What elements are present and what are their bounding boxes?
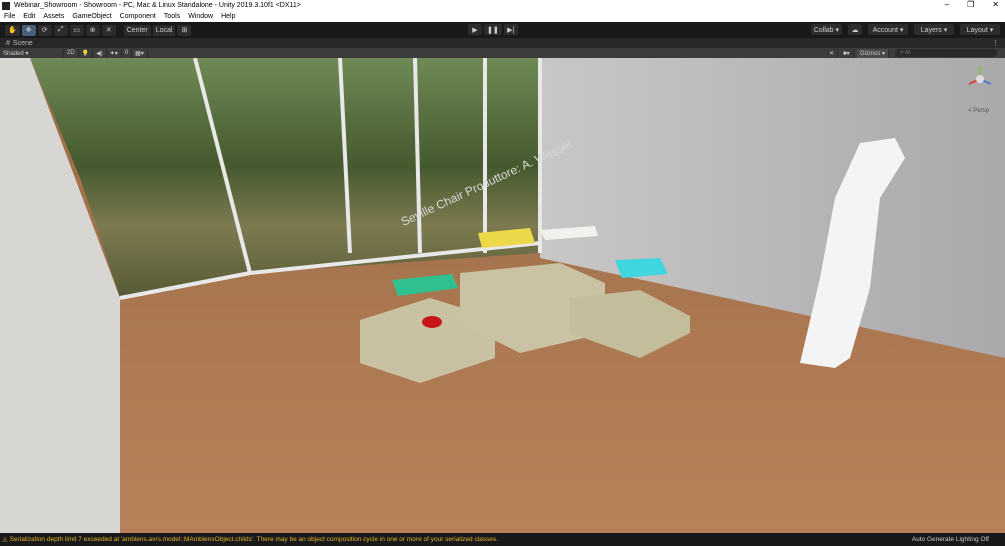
maximize-button[interactable]: ❐ — [967, 0, 974, 9]
menu-tools[interactable]: Tools — [164, 13, 180, 20]
perspective-label[interactable]: < Persp — [968, 108, 989, 114]
hidden-objects-count[interactable]: 0 — [122, 48, 133, 58]
toolbar-right: Collab ▾ ☁ Account ▾ Layers ▾ Layout ▾ — [810, 24, 1000, 35]
effects-dropdown-icon[interactable]: ✦▾ — [107, 48, 122, 58]
scene-tab-label: Scene — [12, 39, 33, 47]
menu-component[interactable]: Component — [120, 13, 156, 20]
scene-tab[interactable]: # Scene ⋮ — [0, 38, 1005, 48]
step-button[interactable]: ▶| — [503, 24, 518, 35]
window-title: Webinar_Showroom - Showroom - PC, Mac & … — [14, 2, 301, 9]
status-bar[interactable]: ⚠ Serialization depth limit 7 exceeded a… — [0, 533, 1005, 546]
unity-logo-icon — [2, 1, 10, 10]
status-message[interactable]: Serialization depth limit 7 exceeded at … — [10, 536, 498, 543]
pivot-center-button[interactable]: Center — [123, 24, 151, 36]
gizmos-dropdown[interactable]: Gizmos ▾ — [857, 48, 890, 58]
pause-button[interactable]: ❚❚ — [484, 24, 502, 35]
menu-bar: File Edit Assets GameObject Component To… — [0, 11, 1005, 22]
scale-tool-icon[interactable]: ⤢ — [53, 24, 68, 36]
account-dropdown[interactable]: Account ▾ — [868, 24, 908, 35]
orientation-gizmo-icon[interactable] — [965, 64, 995, 94]
warning-icon: ⚠ — [2, 536, 10, 544]
play-button[interactable]: ▶ — [468, 24, 482, 35]
cloud-icon[interactable]: ☁ — [848, 24, 862, 35]
menu-edit[interactable]: Edit — [23, 13, 35, 20]
2d-toggle[interactable]: 2D — [64, 48, 79, 58]
shading-mode-dropdown[interactable]: Shaded ▾ — [0, 48, 64, 58]
lighting-status: Auto Generate Lighting Off — [911, 536, 989, 543]
lighting-toggle-icon[interactable]: 💡 — [79, 48, 94, 58]
menu-file[interactable]: File — [4, 13, 15, 20]
tools-icon[interactable]: ✕ — [826, 48, 839, 58]
minimize-button[interactable]: – — [945, 0, 949, 9]
menu-gameobject[interactable]: GameObject — [72, 13, 111, 20]
scene-toolbar: Shaded ▾ 2D 💡 ◀) ✦▾ 0 ▦▾ ✕ ■▾ Gizmos ▾ — [0, 48, 1005, 58]
layers-dropdown[interactable]: Layers ▾ — [914, 24, 954, 35]
hand-tool-icon[interactable]: ✋ — [5, 24, 20, 36]
snap-icon[interactable]: ⊞ — [177, 24, 192, 36]
scene-search-input[interactable]: ⚲ All — [895, 49, 997, 57]
layout-dropdown[interactable]: Layout ▾ — [960, 24, 1000, 35]
play-controls: ▶ ❚❚ ▶| — [468, 24, 518, 35]
close-button[interactable]: ✕ — [992, 0, 999, 9]
red-lamp — [422, 316, 442, 328]
rect-tool-icon[interactable]: ▭ — [69, 24, 84, 36]
collab-button[interactable]: Collab ▾ — [810, 24, 842, 35]
menu-assets[interactable]: Assets — [43, 13, 64, 20]
menu-help[interactable]: Help — [221, 13, 235, 20]
camera-dropdown-icon[interactable]: ■▾ — [840, 48, 854, 58]
custom-tool-icon[interactable]: ✕ — [101, 24, 116, 36]
grid-toggle-icon[interactable]: ▦▾ — [132, 48, 148, 58]
scene-tab-icon: # — [6, 39, 10, 47]
pivot-local-button[interactable]: Local — [152, 24, 176, 36]
more-options-icon[interactable]: ⋮ — [992, 39, 999, 47]
audio-toggle-icon[interactable]: ◀) — [93, 48, 107, 58]
menu-window[interactable]: Window — [188, 13, 213, 20]
scene-viewport[interactable]: Seville Chair Produttore: A. Wessel < Pe… — [0, 58, 1005, 533]
search-placeholder: All — [904, 50, 911, 56]
rotate-tool-icon[interactable]: ⟳ — [37, 24, 52, 36]
move-tool-icon[interactable]: ✥ — [21, 24, 36, 36]
title-bar: Webinar_Showroom - Showroom - PC, Mac & … — [0, 0, 1005, 11]
scene-render: Seville Chair Produttore: A. Wessel — [0, 58, 1005, 533]
transform-tool-icon[interactable]: ⊕ — [85, 24, 100, 36]
